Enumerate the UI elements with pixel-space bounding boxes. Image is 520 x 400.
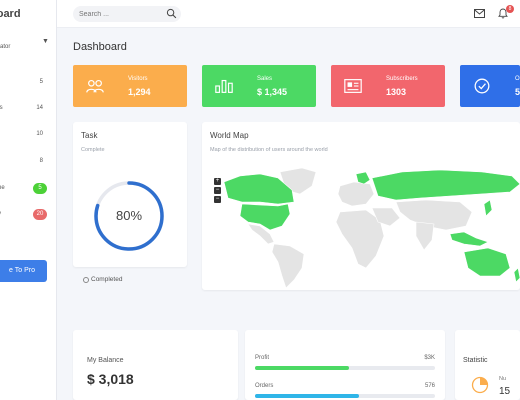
sidebar-item[interactable]: 8 (0, 157, 56, 169)
user-role[interactable]: rator (0, 44, 10, 50)
stat-label: Sales (257, 76, 273, 82)
country-usa[interactable] (239, 203, 291, 231)
sidebar-item-badge: 5 (33, 183, 47, 194)
task-title: Task (81, 131, 98, 140)
country-europe[interactable] (337, 181, 375, 207)
sidebar-item-count: 10 (36, 131, 43, 137)
sidebar: board rator ▼ 5 ts 14 10 8 ne 5 y 20 e T… (0, 0, 57, 400)
sidebar-item[interactable]: 5 (0, 78, 56, 90)
stat-label: O (515, 76, 520, 82)
sidebar-item-label: y (0, 211, 1, 217)
sidebar-item[interactable]: ne 5 (0, 183, 56, 196)
progress-value: 576 (424, 383, 435, 389)
sidebar-item-count: 5 (39, 79, 43, 85)
progress-value: $3K (424, 355, 435, 361)
task-status: Completed (91, 276, 123, 283)
task-subtitle: Complete (81, 147, 105, 153)
statistic-title: Statistic (463, 357, 488, 364)
page-title: Dashboard (73, 41, 127, 53)
country-australia[interactable] (463, 247, 511, 277)
chevron-down-icon[interactable]: ▼ (42, 38, 49, 45)
brand-logo-text: board (0, 8, 21, 20)
check-circle-icon (474, 78, 490, 94)
users-icon (86, 79, 104, 93)
statistic-card: Statistic Nu 15 (455, 330, 520, 400)
bar-chart-icon (215, 79, 233, 93)
progress-card: Profit $3K Orders 576 (245, 330, 445, 400)
progress-fill (255, 366, 349, 370)
sidebar-item[interactable]: y 20 (0, 209, 56, 222)
country-indonesia[interactable] (449, 231, 489, 247)
stat-card-visitors[interactable]: Visitors 1,294 (73, 65, 187, 107)
country-new-zealand[interactable] (513, 267, 520, 283)
stat-card-sales[interactable]: Sales $ 1,345 (202, 65, 316, 107)
country-scandinavia[interactable] (355, 171, 371, 185)
progress-label: Orders (255, 383, 274, 389)
stat-card-orders[interactable]: O 5 (460, 65, 520, 107)
country-india[interactable] (415, 221, 435, 251)
notification-badge: 8 (506, 5, 514, 13)
statistic-label: Nu (499, 376, 507, 382)
newspaper-icon (344, 79, 362, 93)
balance-card: My Balance $ 3,018 (73, 330, 238, 400)
stat-label: Visitors (128, 76, 148, 82)
stat-value: 1,294 (128, 87, 151, 97)
world-map[interactable] (220, 164, 520, 290)
task-card: Task Complete 80% Completed (73, 122, 187, 283)
country-russia[interactable] (371, 169, 520, 201)
pie-chart-icon (471, 376, 489, 394)
sidebar-item-label: ne (0, 185, 5, 191)
world-map-card: World Map Map of the distribution of use… (202, 122, 520, 290)
sidebar-item-count: 14 (36, 105, 43, 111)
search-icon[interactable] (166, 8, 177, 19)
country-south-america[interactable] (271, 243, 305, 289)
progress-track (255, 366, 435, 370)
stat-value: 1303 (386, 87, 407, 97)
world-map-title: World Map (210, 131, 249, 140)
balance-value: $ 3,018 (87, 371, 134, 387)
search-input[interactable] (73, 6, 181, 22)
sidebar-item[interactable]: ts 14 (0, 104, 56, 116)
progress-fill (255, 394, 360, 398)
status-circle-icon (83, 277, 89, 283)
progress-track (255, 394, 435, 398)
upgrade-to-pro-button[interactable]: e To Pro (0, 260, 47, 282)
sidebar-item-badge: 20 (33, 209, 47, 220)
progress-label: Profit (255, 355, 270, 361)
sidebar-item-label: ts (0, 105, 3, 111)
balance-label: My Balance (87, 357, 124, 364)
country-japan[interactable] (483, 199, 493, 217)
top-bar: 8 (57, 0, 520, 28)
stat-value: 5 (515, 87, 520, 97)
stat-card-subscribers[interactable]: Subscribers 1303 (331, 65, 445, 107)
stat-value: $ 1,345 (257, 87, 288, 97)
statistic-value: 15 (499, 386, 511, 397)
sidebar-item[interactable]: 10 (0, 130, 56, 142)
sidebar-item-count: 8 (39, 158, 43, 164)
world-map-subtitle: Map of the distribution of users around … (210, 147, 328, 153)
mail-icon[interactable] (474, 9, 485, 18)
stat-label: Subscribers (386, 76, 418, 82)
task-percent: 80% (115, 208, 143, 223)
